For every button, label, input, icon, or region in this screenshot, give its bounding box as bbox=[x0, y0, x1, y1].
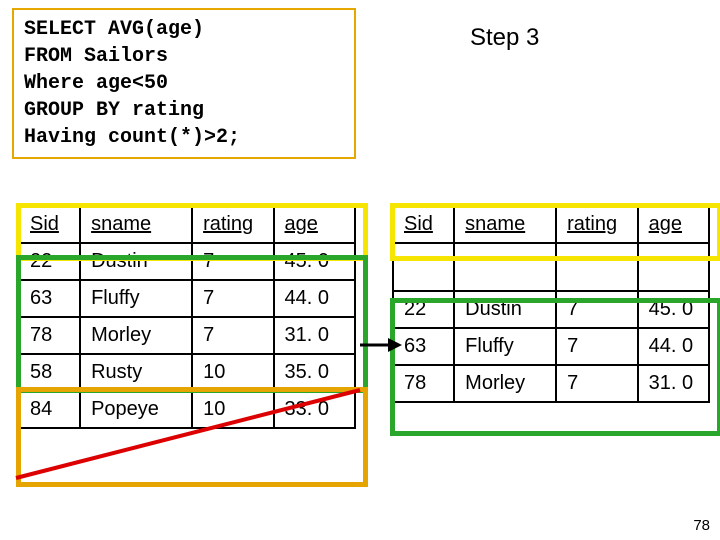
highlight-header-left bbox=[16, 203, 368, 261]
sql-line-3: Where age<50 bbox=[24, 72, 168, 95]
sql-line-1: SELECT AVG(age) bbox=[24, 18, 204, 41]
sql-line-5: Having count(*)>2; bbox=[24, 126, 240, 149]
highlight-group-rating10 bbox=[16, 387, 368, 487]
page-number: 78 bbox=[693, 517, 710, 534]
sql-line-2: FROM Sailors bbox=[24, 45, 168, 68]
sql-line-4: GROUP BY rating bbox=[24, 99, 204, 122]
highlight-group-rating7 bbox=[16, 255, 368, 393]
highlight-header-right bbox=[390, 203, 720, 261]
sql-query-box: SELECT AVG(age) FROM Sailors Where age<5… bbox=[12, 8, 356, 159]
step-label: Step 3 bbox=[470, 24, 539, 52]
highlight-output-rows bbox=[390, 298, 720, 436]
